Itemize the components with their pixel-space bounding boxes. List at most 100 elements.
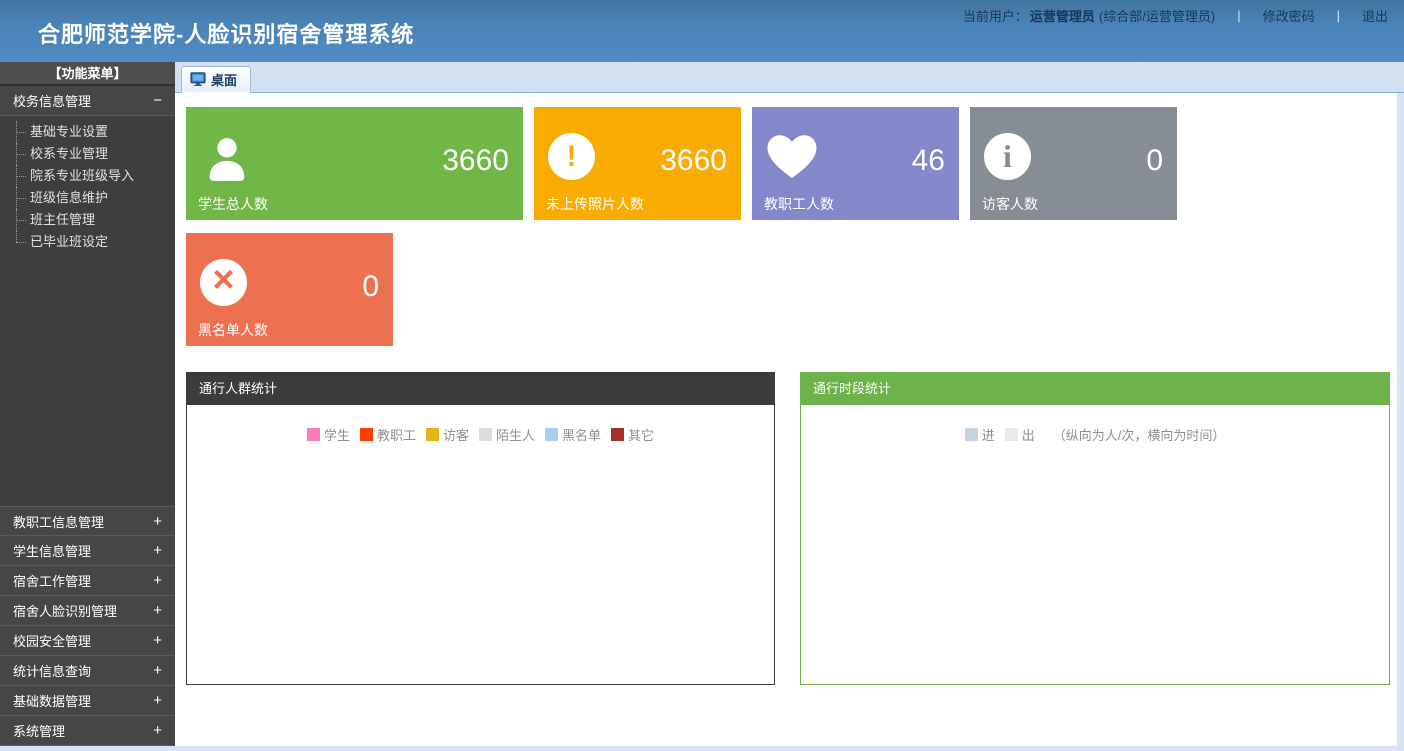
sidebar-group-statistics-query[interactable]: 统计信息查询 + xyxy=(0,656,175,686)
sidebar-item-graduated-class-setting[interactable]: 已毕业班设定 xyxy=(0,231,175,253)
collapse-icon: − xyxy=(153,93,162,108)
person-icon xyxy=(200,133,254,192)
sidebar-group-school-affairs[interactable]: 校务信息管理 − xyxy=(0,86,175,116)
sidebar-item-department-major-management[interactable]: 校系专业管理 xyxy=(0,143,175,165)
legend-item-staff[interactable]: 教职工 xyxy=(360,425,416,444)
panel-title: 通行时段统计 xyxy=(801,373,1389,405)
card-no-photo: ! 3660 未上传照片人数 xyxy=(534,107,741,220)
legend-item-visitor[interactable]: 访客 xyxy=(426,425,469,444)
sidebar-group-campus-safety[interactable]: 校园安全管理 + xyxy=(0,626,175,656)
legend-label: 陌生人 xyxy=(496,425,535,444)
card-staff-total: 46 教职工人数 xyxy=(752,107,959,220)
content-area: 3660 学生总人数 ! 3660 未上传照片人数 xyxy=(175,93,1397,746)
legend-swatch xyxy=(360,428,373,441)
cross-icon: × xyxy=(200,259,247,306)
desktop-monitor-icon xyxy=(190,72,206,87)
sidebar-filler xyxy=(0,261,175,506)
chart-legend: 进 出 （纵向为人/次，横向为时间） xyxy=(801,425,1389,444)
panel-pass-people-stats: 通行人群统计 学生 教职工 xyxy=(186,372,775,685)
card-label: 学生总人数 xyxy=(198,194,268,214)
legend-swatch xyxy=(545,428,558,441)
sidebar-group-student-info[interactable]: 学生信息管理 + xyxy=(0,536,175,566)
page-title: 合肥师范学院-人脸识别宿舍管理系统 xyxy=(38,17,414,49)
logout-link[interactable]: 退出 xyxy=(1362,6,1388,25)
legend-label: 黑名单 xyxy=(562,425,601,444)
stat-panels: 通行人群统计 学生 教职工 xyxy=(186,372,1390,685)
pass-people-chart: 学生 教职工 访客 陌 xyxy=(187,425,774,704)
card-blacklist-total: × 0 黑名单人数 xyxy=(186,233,393,346)
sidebar-group-label: 宿舍人脸识别管理 xyxy=(13,601,117,620)
sidebar-group-label: 学生信息管理 xyxy=(13,541,91,560)
top-bar: 合肥师范学院-人脸识别宿舍管理系统 当前用户： 运营管理员 (综合部/运营管理员… xyxy=(0,0,1404,62)
legend-item-in[interactable]: 进 xyxy=(965,425,995,444)
card-student-total: 3660 学生总人数 xyxy=(186,107,523,220)
card-value: 0 xyxy=(362,270,379,304)
expand-icon: + xyxy=(153,573,162,588)
legend-label: 其它 xyxy=(628,425,654,444)
main-area: 桌面 3660 学生总人数 xyxy=(175,62,1404,751)
card-label: 教职工人数 xyxy=(764,194,834,214)
legend-item-student[interactable]: 学生 xyxy=(307,425,350,444)
sidebar-group-dorm-work[interactable]: 宿舍工作管理 + xyxy=(0,566,175,596)
exclamation-icon: ! xyxy=(548,133,595,180)
heart-icon xyxy=(766,133,818,185)
page-layout: 【功能菜单】 校务信息管理 − 基础专业设置 校系专业管理 院系专业班级导入 班… xyxy=(0,62,1404,751)
legend-swatch xyxy=(611,428,624,441)
sidebar-group-label: 教职工信息管理 xyxy=(13,512,104,531)
legend-item-stranger[interactable]: 陌生人 xyxy=(479,425,535,444)
sidebar-group-label: 系统管理 xyxy=(13,721,65,740)
legend-swatch xyxy=(1005,428,1018,441)
legend-swatch xyxy=(426,428,439,441)
sidebar-submenu: 基础专业设置 校系专业管理 院系专业班级导入 班级信息维护 班主任管理 已毕业班… xyxy=(0,116,175,261)
card-value: 0 xyxy=(1146,144,1163,178)
card-label: 未上传照片人数 xyxy=(546,194,644,214)
expand-icon: + xyxy=(153,633,162,648)
axis-note: （纵向为人/次，横向为时间） xyxy=(1053,425,1226,444)
sidebar-item-basic-major-setup[interactable]: 基础专业设置 xyxy=(0,121,175,143)
card-value: 3660 xyxy=(660,144,727,178)
card-value: 3660 xyxy=(442,144,509,178)
expand-icon: + xyxy=(153,723,162,738)
legend-label: 学生 xyxy=(324,425,350,444)
current-user-name: 运营管理员 xyxy=(1030,6,1095,25)
current-user-label: 当前用户： xyxy=(963,6,1028,25)
sidebar-group-basic-data[interactable]: 基础数据管理 + xyxy=(0,686,175,716)
legend-label: 出 xyxy=(1022,425,1035,444)
legend-label: 教职工 xyxy=(377,425,416,444)
sidebar-group-system-management[interactable]: 系统管理 + xyxy=(0,716,175,746)
expand-icon: + xyxy=(153,663,162,678)
legend-item-out[interactable]: 出 xyxy=(1005,425,1035,444)
sidebar-item-class-info-maintenance[interactable]: 班级信息维护 xyxy=(0,187,175,209)
tab-desktop[interactable]: 桌面 xyxy=(181,66,251,93)
tab-label: 桌面 xyxy=(211,70,237,89)
card-value: 46 xyxy=(912,144,945,178)
divider: | xyxy=(1237,8,1240,23)
info-icon: i xyxy=(984,133,1031,180)
sidebar-group-dorm-face-recognition[interactable]: 宿舍人脸识别管理 + xyxy=(0,596,175,626)
sidebar-group-label: 基础数据管理 xyxy=(13,691,91,710)
legend-swatch xyxy=(307,428,320,441)
sidebar-group-label: 宿舍工作管理 xyxy=(13,571,91,590)
card-label: 黑名单人数 xyxy=(198,320,268,340)
sidebar-group-staff-info[interactable]: 教职工信息管理 + xyxy=(0,506,175,536)
user-info-bar: 当前用户： 运营管理员 (综合部/运营管理员) | 修改密码 | 退出 xyxy=(963,6,1388,25)
legend-swatch xyxy=(965,428,978,441)
sidebar-item-head-teacher-management[interactable]: 班主任管理 xyxy=(0,209,175,231)
divider: | xyxy=(1337,8,1340,23)
expand-icon: + xyxy=(153,603,162,618)
sidebar-item-class-import[interactable]: 院系专业班级导入 xyxy=(0,165,175,187)
sidebar-collapsed-groups: 教职工信息管理 + 学生信息管理 + 宿舍工作管理 + 宿舍人脸识别管理 + 校… xyxy=(0,506,175,746)
legend-item-blacklist[interactable]: 黑名单 xyxy=(545,425,601,444)
sidebar: 【功能菜单】 校务信息管理 − 基础专业设置 校系专业管理 院系专业班级导入 班… xyxy=(0,62,175,746)
legend-label: 进 xyxy=(982,425,995,444)
change-password-link[interactable]: 修改密码 xyxy=(1263,6,1315,25)
legend-swatch xyxy=(479,428,492,441)
sidebar-group-label: 校务信息管理 xyxy=(13,91,91,110)
expand-icon: + xyxy=(153,693,162,708)
legend-item-other[interactable]: 其它 xyxy=(611,425,654,444)
expand-icon: + xyxy=(153,543,162,558)
expand-icon: + xyxy=(153,514,162,529)
card-visitor-total: i 0 访客人数 xyxy=(970,107,1177,220)
panel-title: 通行人群统计 xyxy=(187,373,774,405)
panel-pass-time-stats: 通行时段统计 进 出 （纵向为人/次，横向为时间） xyxy=(800,372,1390,685)
